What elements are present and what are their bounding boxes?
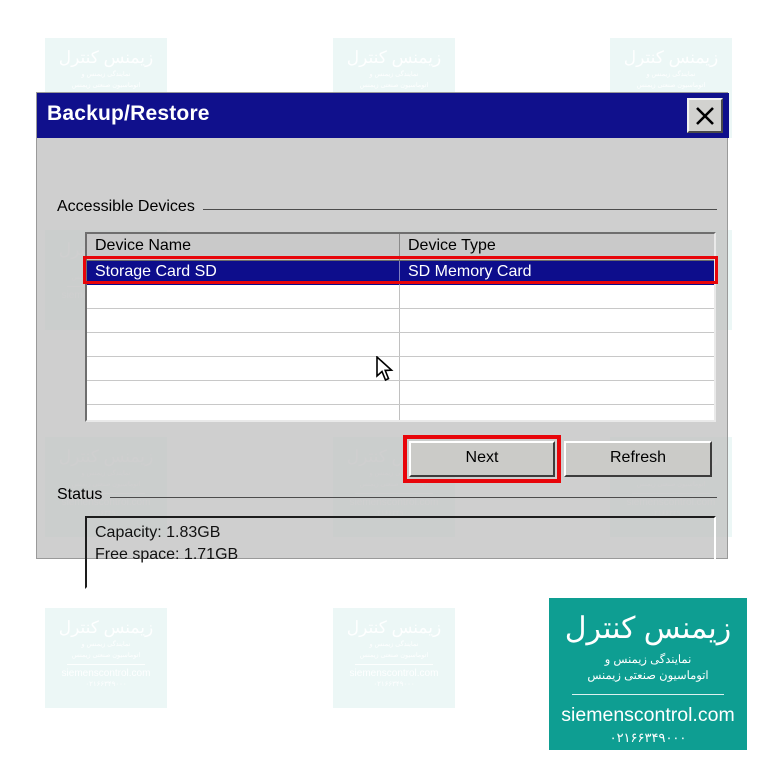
watermark-title: زیمنس کنترل bbox=[623, 48, 719, 67]
watermark-title: زیمنس کنترل bbox=[346, 48, 442, 67]
cell-device-type bbox=[400, 381, 714, 404]
cell-device-type bbox=[400, 309, 714, 332]
close-icon[interactable] bbox=[687, 98, 723, 133]
watermark-tile: زیمنس کنترل نمایندگی زیمنس و اتوماسیون صنع… bbox=[333, 608, 455, 708]
table-row-wrap: Storage Card SD SD Memory Card bbox=[87, 261, 714, 285]
table-row[interactable] bbox=[87, 333, 714, 357]
title-bar: Backup/Restore bbox=[37, 93, 729, 138]
status-capacity: Capacity: 1.83GB bbox=[95, 524, 221, 541]
brand-divider bbox=[572, 694, 724, 695]
table-row[interactable] bbox=[87, 357, 714, 381]
group-label-text: Status bbox=[57, 486, 103, 503]
cell-device-name bbox=[87, 381, 400, 404]
watermark-subtitle-1: نمایندگی زیمنس و bbox=[369, 71, 419, 78]
cell-device-name bbox=[87, 309, 400, 332]
backup-restore-dialog: Backup/Restore Accessible Devices Device… bbox=[36, 92, 729, 589]
table-row[interactable]: Storage Card SD SD Memory Card bbox=[87, 261, 714, 285]
empty-rows-container bbox=[87, 285, 714, 420]
status-free-space: Free space: 1.71GB bbox=[95, 546, 239, 563]
column-header-device-name[interactable]: Device Name bbox=[87, 234, 400, 260]
watermark-subtitle-2: اتوماسیون صنعتی زیمنس bbox=[71, 651, 141, 659]
watermark-subtitle-2: اتوماسیون صنعتی زیمنس bbox=[636, 81, 706, 89]
status-group-label: Status bbox=[57, 486, 717, 504]
next-button[interactable]: Next bbox=[409, 441, 555, 477]
group-label-text: Accessible Devices bbox=[57, 198, 195, 215]
table-row[interactable] bbox=[87, 405, 714, 420]
cell-device-name bbox=[87, 333, 400, 356]
table-row[interactable] bbox=[87, 309, 714, 333]
watermark-divider bbox=[67, 664, 145, 665]
watermark-subtitle-1: نمایندگی زیمنس و bbox=[81, 641, 131, 648]
brand-subtitle-2: اتوماسیون صنعتی زیمنس bbox=[587, 670, 709, 682]
group-divider bbox=[202, 208, 717, 210]
column-header-device-type[interactable]: Device Type bbox=[400, 234, 714, 260]
cell-device-name bbox=[87, 357, 400, 380]
brand-url[interactable]: siemenscontrol.com bbox=[549, 704, 747, 726]
brand-phone: ۰۲۱۶۶۳۴۹۰۰۰ bbox=[609, 730, 687, 745]
refresh-button[interactable]: Refresh bbox=[564, 441, 712, 477]
brand-subtitle-1: نمایندگی زیمنس و bbox=[604, 654, 692, 666]
status-panel: Capacity: 1.83GB Free space: 1.71GB bbox=[85, 516, 716, 589]
cell-device-type: SD Memory Card bbox=[408, 263, 532, 280]
group-divider bbox=[110, 496, 717, 498]
cell-device-name bbox=[87, 285, 400, 308]
watermark-subtitle-2: اتوماسیون صنعتی زیمنس bbox=[359, 651, 429, 659]
watermark-subtitle-1: نمایندگی زیمنس و bbox=[369, 641, 419, 648]
watermark-subtitle-1: نمایندگی زیمنس و bbox=[646, 71, 696, 78]
watermark-subtitle-2: اتوماسیون صنعتی زیمنس bbox=[71, 81, 141, 89]
watermark-url: siemenscontrol.com bbox=[349, 668, 439, 679]
watermark-title: زیمنس کنترل bbox=[58, 48, 154, 67]
window-title: Backup/Restore bbox=[47, 102, 210, 125]
cell-device-type bbox=[400, 405, 714, 420]
cell-device-name: Storage Card SD bbox=[87, 261, 400, 285]
watermark-url: siemenscontrol.com bbox=[61, 668, 151, 679]
watermark-title: زیمنس کنترل bbox=[58, 618, 154, 637]
watermark-tile: زیمنس کنترل نمایندگی زیمنس و اتوماسیون صنع… bbox=[45, 608, 167, 708]
brand-card: زیمنس کنترل نمایندگی زیمنس و اتوماسیون ص… bbox=[549, 598, 747, 750]
cell-device-type bbox=[400, 333, 714, 356]
cell-device-type bbox=[400, 357, 714, 380]
watermark-subtitle-1: نمایندگی زیمنس و bbox=[81, 71, 131, 78]
watermark-phone: ۰۲۱۶۶۳۴۹۰۰۰ bbox=[373, 681, 415, 688]
close-x-icon bbox=[696, 107, 714, 125]
devices-table[interactable]: Device Name Device Type Storage Card SD … bbox=[85, 232, 716, 422]
brand-title: زیمنس کنترل bbox=[564, 612, 732, 645]
table-row[interactable] bbox=[87, 381, 714, 405]
cell-device-name bbox=[87, 405, 400, 420]
dialog-body: Accessible Devices Device Name Device Ty… bbox=[37, 138, 729, 589]
cell-device-type bbox=[400, 285, 714, 308]
watermark-subtitle-2: اتوماسیون صنعتی زیمنس bbox=[359, 81, 429, 89]
watermark-title: زیمنس کنترل bbox=[346, 618, 442, 637]
table-header-row: Device Name Device Type bbox=[87, 234, 714, 261]
accessible-devices-group-label: Accessible Devices bbox=[57, 198, 717, 216]
watermark-phone: ۰۲۱۶۶۳۴۹۰۰۰ bbox=[85, 681, 127, 688]
watermark-divider bbox=[355, 664, 433, 665]
table-row[interactable] bbox=[87, 285, 714, 309]
